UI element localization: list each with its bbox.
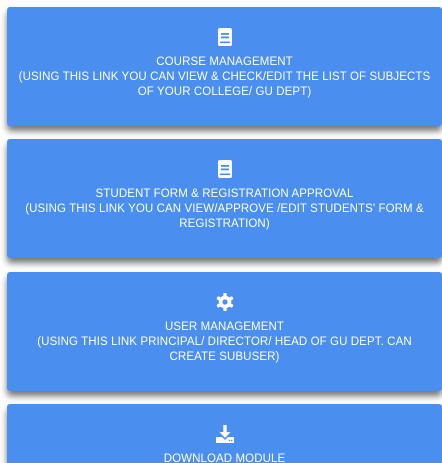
dashboard-menu: COURSE MANAGEMENT (USING THIS LINK YOU C…	[0, 0, 442, 463]
card-title: STUDENT FORM & REGISTRATION APPROVAL	[95, 188, 354, 200]
card-description: (USING THIS LINK YOU CAN VIEW/APPROVE /E…	[25, 203, 424, 230]
book-icon	[215, 159, 235, 179]
download-module-card[interactable]: DOWNLOAD MODULE	[7, 404, 442, 463]
card-title: USER MANAGEMENT	[164, 321, 285, 333]
download-icon	[215, 424, 235, 444]
card-title: DOWNLOAD MODULE	[163, 453, 286, 463]
user-management-card[interactable]: USER MANAGEMENT (USING THIS LINK PRINCIP…	[7, 272, 442, 391]
student-form-registration-approval-card[interactable]: STUDENT FORM & REGISTRATION APPROVAL (US…	[7, 139, 442, 258]
card-title: COURSE MANAGEMENT	[156, 56, 293, 68]
gear-icon	[215, 292, 235, 312]
book-icon	[215, 27, 235, 47]
card-description: (USING THIS LINK PRINCIPAL/ DIRECTOR/ HE…	[37, 336, 412, 363]
course-management-card[interactable]: COURSE MANAGEMENT (USING THIS LINK YOU C…	[7, 7, 442, 126]
card-description: (USING THIS LINK YOU CAN VIEW & CHECK/ED…	[18, 71, 431, 98]
